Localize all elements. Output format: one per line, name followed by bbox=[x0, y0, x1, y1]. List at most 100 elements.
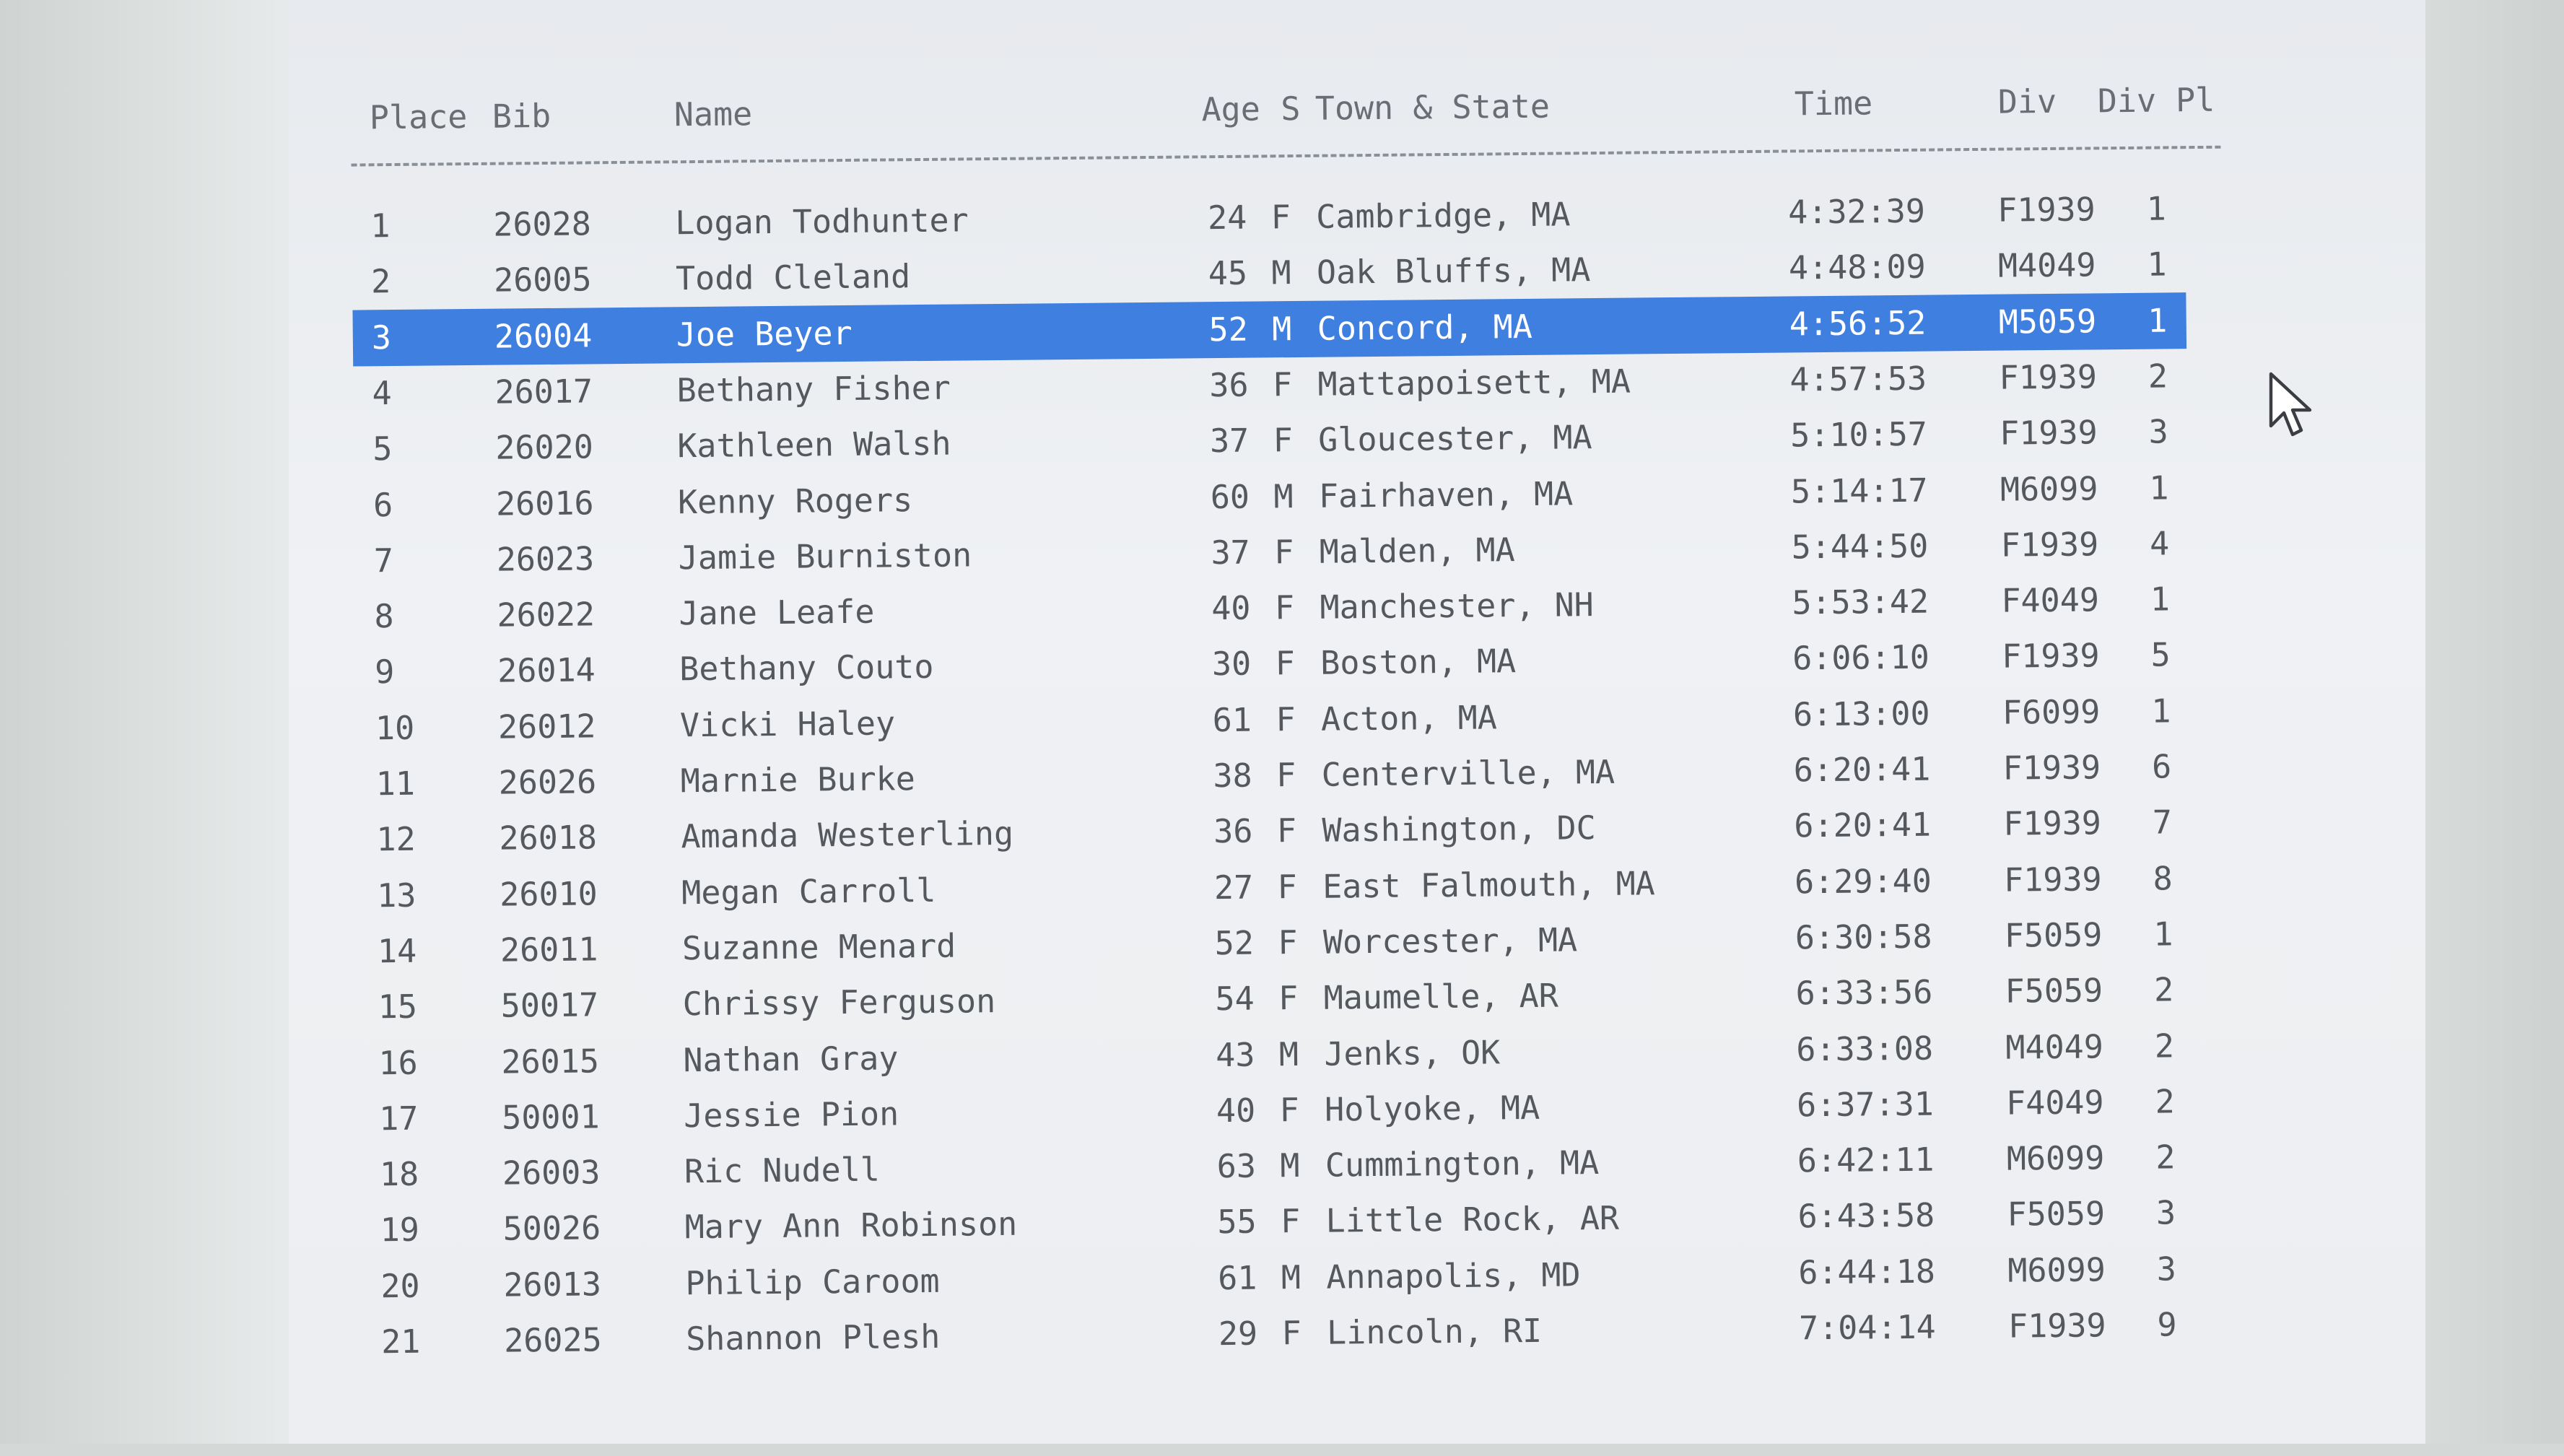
name-cell: Megan Carroll bbox=[681, 871, 936, 912]
sex-cell: M bbox=[1281, 1257, 1301, 1296]
division-cell: F5059 bbox=[2005, 971, 2103, 1011]
age-cell: 54 bbox=[1215, 979, 1255, 1019]
name-cell: Jessie Pion bbox=[683, 1094, 899, 1135]
town-state-cell: Washington, DC bbox=[1322, 808, 1596, 850]
place-cell: 19 bbox=[380, 1211, 420, 1250]
place-cell: 21 bbox=[380, 1322, 421, 1361]
town-state-cell: Gloucester, MA bbox=[1317, 418, 1592, 459]
division-cell: F1939 bbox=[2001, 636, 2100, 676]
name-cell: Shannon Plesh bbox=[685, 1317, 941, 1359]
age-cell: 29 bbox=[1218, 1314, 1258, 1353]
header-name[interactable]: Name bbox=[674, 86, 753, 143]
bib-cell: 26023 bbox=[496, 539, 595, 579]
time-cell: 4:48:09 bbox=[1788, 247, 1926, 287]
town-state-cell: Maumelle, AR bbox=[1323, 976, 1559, 1017]
bib-cell: 26004 bbox=[494, 315, 593, 356]
place-cell: 20 bbox=[380, 1266, 420, 1305]
place-cell: 3 bbox=[371, 318, 392, 357]
age-cell: 63 bbox=[1216, 1146, 1257, 1186]
division-cell: F4049 bbox=[2001, 580, 2100, 620]
division-place-cell: 2 bbox=[2147, 357, 2168, 396]
header-division-place[interactable]: Div Pl bbox=[2097, 71, 2242, 129]
time-cell: 4:56:52 bbox=[1789, 303, 1927, 344]
sex-cell: F bbox=[1276, 811, 1297, 850]
age-cell: 36 bbox=[1213, 811, 1253, 851]
sex-cell: F bbox=[1277, 867, 1297, 906]
town-state-cell: Holyoke, MA bbox=[1324, 1088, 1540, 1129]
bib-cell: 26028 bbox=[493, 204, 592, 244]
header-time[interactable]: Time bbox=[1794, 75, 1873, 132]
name-cell: Jamie Burniston bbox=[678, 536, 972, 577]
division-cell: F1939 bbox=[1999, 413, 2098, 453]
time-cell: 5:10:57 bbox=[1789, 414, 1928, 455]
sex-cell: F bbox=[1275, 644, 1296, 683]
bib-cell: 26014 bbox=[497, 650, 596, 691]
header-bib[interactable]: Bib bbox=[492, 88, 551, 145]
division-cell: F1939 bbox=[1999, 357, 2098, 397]
division-place-cell: 3 bbox=[2156, 1250, 2177, 1289]
time-cell: 6:44:18 bbox=[1798, 1252, 1936, 1292]
name-cell: Jane Leafe bbox=[679, 592, 875, 633]
place-cell: 16 bbox=[378, 1043, 418, 1082]
time-cell: 6:06:10 bbox=[1792, 638, 1930, 678]
town-state-cell: Boston, MA bbox=[1320, 642, 1517, 683]
place-cell: 4 bbox=[372, 373, 392, 413]
arrow-pointer-icon bbox=[2269, 372, 2312, 437]
place-cell: 10 bbox=[375, 708, 415, 747]
bib-cell: 26013 bbox=[503, 1265, 602, 1304]
age-cell: 52 bbox=[1208, 310, 1249, 349]
time-cell: 6:37:31 bbox=[1796, 1084, 1935, 1125]
sex-cell: M bbox=[1278, 1034, 1299, 1073]
division-place-cell: 6 bbox=[2151, 747, 2172, 786]
place-cell: 5 bbox=[372, 430, 393, 468]
division-place-cell: 3 bbox=[2148, 412, 2168, 451]
bib-cell: 26025 bbox=[503, 1320, 602, 1360]
age-cell: 52 bbox=[1214, 923, 1255, 963]
header-division[interactable]: Div bbox=[1997, 74, 2057, 131]
header-town-state[interactable]: Town & State bbox=[1314, 79, 1551, 137]
place-cell: 11 bbox=[375, 764, 416, 803]
town-state-cell: Centerville, MA bbox=[1321, 752, 1615, 794]
division-cell: F5059 bbox=[2007, 1194, 2106, 1234]
age-cell: 38 bbox=[1213, 756, 1252, 795]
name-cell: Marnie Burke bbox=[680, 759, 916, 801]
division-cell: M4049 bbox=[1997, 245, 2096, 285]
name-cell: Kenny Rogers bbox=[677, 480, 913, 521]
bib-cell: 26012 bbox=[497, 707, 596, 746]
header-place[interactable]: Place bbox=[370, 89, 468, 146]
place-cell: 7 bbox=[373, 541, 394, 580]
header-age[interactable]: Age bbox=[1159, 81, 1260, 138]
bib-cell: 26003 bbox=[502, 1153, 601, 1193]
town-state-cell: Cambridge, MA bbox=[1316, 195, 1571, 236]
sex-cell: F bbox=[1274, 588, 1295, 627]
time-cell: 4:32:39 bbox=[1787, 191, 1926, 232]
division-cell: F4049 bbox=[2005, 1083, 2104, 1122]
division-place-cell: 5 bbox=[2150, 635, 2171, 675]
bib-cell: 26026 bbox=[498, 762, 597, 802]
time-cell: 5:53:42 bbox=[1792, 582, 1929, 622]
time-cell: 6:42:11 bbox=[1797, 1140, 1935, 1180]
bib-cell: 26020 bbox=[495, 427, 594, 467]
age-cell: 37 bbox=[1211, 533, 1250, 572]
division-cell: F1939 bbox=[2002, 748, 2101, 788]
sex-cell: F bbox=[1278, 923, 1298, 962]
division-place-cell: 1 bbox=[2151, 692, 2171, 731]
age-cell: 43 bbox=[1215, 1035, 1255, 1074]
town-state-cell: Mattapoisett, MA bbox=[1317, 362, 1631, 404]
age-cell: 27 bbox=[1213, 868, 1254, 907]
division-place-cell: 9 bbox=[2157, 1305, 2177, 1344]
bib-cell: 26011 bbox=[500, 930, 598, 969]
name-cell: Philip Caroom bbox=[685, 1261, 940, 1302]
bib-cell: 26017 bbox=[494, 372, 593, 411]
place-cell: 14 bbox=[377, 931, 417, 971]
name-cell: Amanda Westerling bbox=[681, 814, 1014, 856]
bib-cell: 50017 bbox=[500, 985, 599, 1025]
header-separator bbox=[351, 145, 2221, 167]
sex-cell: F bbox=[1270, 198, 1291, 237]
place-cell: 8 bbox=[374, 597, 394, 636]
sex-cell: M bbox=[1273, 476, 1294, 515]
time-cell: 6:20:41 bbox=[1794, 805, 1932, 845]
town-state-cell: Cummington, MA bbox=[1325, 1143, 1600, 1185]
place-cell: 12 bbox=[376, 820, 416, 859]
town-state-cell: Malden, MA bbox=[1319, 530, 1515, 571]
